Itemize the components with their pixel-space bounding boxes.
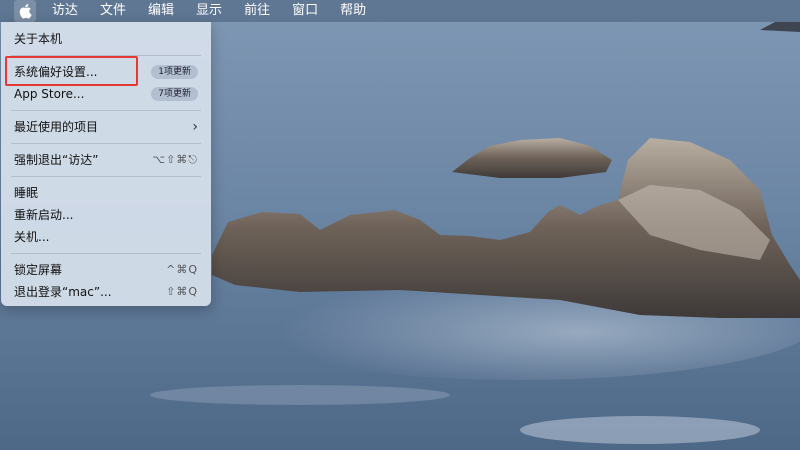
menu-item-sleep-label: 睡眠 [14,186,39,200]
keyboard-shortcut: ⇧⌘Q [166,285,198,298]
menubar-window[interactable]: 窗口 [292,0,318,22]
keyboard-shortcut: ^⌘Q [166,263,198,276]
menu-item-force-quit-label: 强制退出“访达” [14,153,99,167]
menubar-go[interactable]: 前往 [244,0,270,22]
menu-item-logout[interactable]: 退出登录“mac”... ⇧⌘Q [1,281,211,303]
update-badge: 7项更新 [151,87,198,101]
menu-separator [11,143,201,144]
menu-item-lock-screen[interactable]: 锁定屏幕 ^⌘Q [1,259,211,281]
menu-item-restart-label: 重新启动... [14,208,74,222]
menu-separator [11,253,201,254]
menubar-finder[interactable]: 访达 [52,0,78,22]
menu-item-restart[interactable]: 重新启动... [1,204,211,226]
menubar-help[interactable]: 帮助 [340,0,366,22]
menu-bar: 访达 文件 编辑 显示 前往 窗口 帮助 [0,0,800,22]
chevron-right-icon: › [192,119,198,135]
menu-item-lock-screen-label: 锁定屏幕 [14,263,63,277]
menu-item-app-store[interactable]: App Store... 7项更新 [1,83,211,105]
highlight-annotation-box [5,56,138,86]
apple-menu-button[interactable] [14,0,36,22]
menu-item-recent-items[interactable]: 最近使用的项目 › [1,116,211,138]
menu-item-sleep[interactable]: 睡眠 [1,182,211,204]
menu-item-logout-label: 退出登录“mac”... [14,285,112,299]
keyboard-shortcut: ⌥⇧⌘⎋ [152,153,198,166]
menu-item-shutdown[interactable]: 关机... [1,226,211,248]
menubar-edit[interactable]: 编辑 [148,0,174,22]
menu-separator [11,176,201,177]
menu-item-force-quit[interactable]: 强制退出“访达” ⌥⇧⌘⎋ [1,149,211,171]
update-badge: 1项更新 [151,65,198,79]
menu-separator [11,110,201,111]
menubar-file[interactable]: 文件 [100,0,126,22]
menu-item-shutdown-label: 关机... [14,230,50,244]
menu-item-about-label: 关于本机 [14,32,63,46]
menu-item-recent-items-label: 最近使用的项目 [14,120,99,134]
menu-item-about[interactable]: 关于本机 [1,28,211,50]
menu-item-app-store-label: App Store... [14,87,85,101]
menubar-view[interactable]: 显示 [196,0,222,22]
apple-logo-icon [19,4,32,19]
